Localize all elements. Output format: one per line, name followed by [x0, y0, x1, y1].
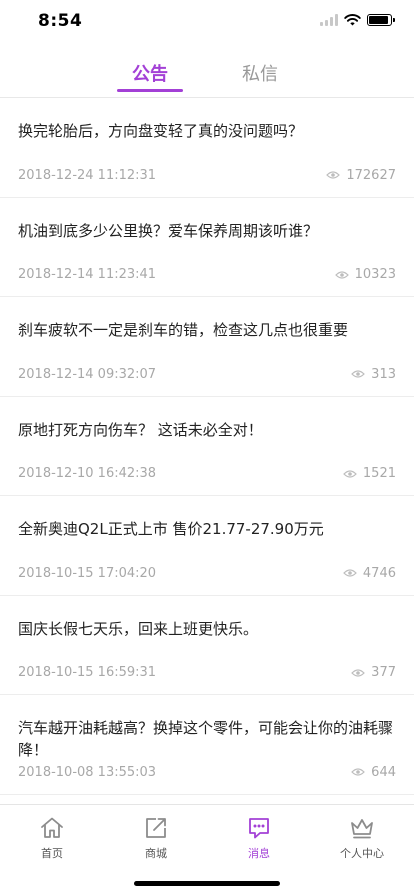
announcement-views: 4746: [343, 566, 396, 581]
active-tab-indicator: [117, 89, 183, 92]
view-count: 10323: [354, 267, 396, 282]
tabbar-mall[interactable]: 商城: [104, 815, 208, 861]
announcement-date: 2018-10-15 16:59:31: [18, 665, 157, 680]
announcement-date: 2018-12-24 11:12:31: [18, 167, 157, 183]
segment-tabs: 公告 私信: [0, 52, 414, 98]
announcement-title: 国庆长假七天乐，回来上班更快乐。: [18, 619, 259, 638]
announcement-date: 2018-10-15 17:04:20: [18, 565, 157, 581]
tabbar-profile[interactable]: 个人中心: [310, 815, 414, 861]
announcement-date: 2018-12-10 16:42:38: [18, 466, 157, 481]
announcement-views: 377: [351, 665, 396, 680]
announcement-item[interactable]: 全新奥迪Q2L正式上市 售价21.77-27.90万元 2018-10-15 17…: [0, 496, 414, 596]
announcement-title: 机油到底多少公里换？爱车保养周期该听谁？: [18, 221, 319, 240]
view-count: 1521: [362, 466, 396, 481]
announcement-title: 换完轮胎后，方向盘变轻了真的没问题吗？: [18, 122, 304, 140]
eye-icon: [351, 768, 366, 776]
tabbar-messages-label: 消息: [248, 847, 270, 860]
crown-icon: [351, 819, 373, 839]
eye-icon: [351, 370, 366, 378]
home-indicator: [134, 881, 280, 886]
announcement-item[interactable]: 国庆长假七天乐，回来上班更快乐。 2018-10-15 16:59:31 377: [0, 596, 414, 695]
announcement-item[interactable]: 刹车疲软不一定是刹车的错，检查这几点也很重要 2018-12-14 09:32:0…: [0, 297, 414, 397]
eye-icon: [326, 171, 341, 179]
battery-icon: [367, 14, 395, 26]
wifi-icon: [344, 14, 361, 26]
view-count: 172627: [346, 167, 396, 183]
announcement-item[interactable]: 换完轮胎后，方向盘变轻了真的没问题吗？ 2018-12-24 11:12:31 17…: [0, 98, 414, 198]
announcement-title: 刹车疲软不一定是刹车的错，检查这几点也很重要: [18, 321, 349, 339]
status-time: 8:54: [38, 11, 83, 31]
announcement-item[interactable]: 汽车越开油耗越高？换掉这个零件，可能会让你的油耗骤降！ 2018-10-08 13…: [0, 695, 414, 795]
eye-icon: [334, 270, 349, 279]
view-count: 4746: [362, 565, 396, 581]
home-icon: [41, 817, 63, 838]
announcement-date: 2018-12-14 09:32:07: [18, 366, 157, 382]
announcement-list: 换完轮胎后，方向盘变轻了真的没问题吗？ 2018-12-24 11:12:31 17…: [0, 98, 414, 795]
announcement-title: 汽车越开油耗越高？换掉这个零件，可能会让你的油耗骤降！: [18, 719, 394, 759]
tab-announcements[interactable]: 公告: [117, 60, 183, 86]
view-count: 644: [371, 764, 396, 780]
announcement-title: 全新奥迪Q2L正式上市 售价21.77-27.90万元: [18, 520, 324, 538]
view-count: 313: [371, 366, 396, 382]
message-icon: [249, 818, 269, 839]
eye-icon: [343, 569, 357, 577]
eye-icon: [343, 469, 357, 478]
announcement-item[interactable]: 机油到底多少公里换？爱车保养周期该听谁？ 2018-12-14 11:23:41 1…: [0, 198, 414, 297]
announcement-date: 2018-12-14 11:23:41: [18, 267, 157, 282]
view-count: 377: [371, 665, 396, 680]
status-icons: [320, 14, 395, 26]
tabbar-mall-label: 商城: [145, 847, 167, 860]
tabbar-messages[interactable]: 消息: [207, 815, 311, 861]
tabbar-profile-label: 个人中心: [340, 847, 384, 860]
announcement-views: 172627: [326, 168, 396, 183]
external-link-icon: [146, 818, 166, 838]
announcement-date: 2018-10-08 13:55:03: [18, 764, 157, 780]
eye-icon: [351, 668, 366, 677]
announcement-views: 1521: [343, 466, 396, 481]
battery-level: [369, 16, 388, 24]
tabbar-home-label: 首页: [41, 847, 63, 860]
announcement-item[interactable]: 原地打死方向伤车？ 这话未必全对！ 2018-12-10 16:42:38 1521: [0, 397, 414, 496]
announcement-title: 原地打死方向伤车？ 这话未必全对！: [18, 420, 263, 439]
announcement-views: 644: [351, 765, 396, 780]
announcement-views: 10323: [334, 267, 396, 282]
announcement-views: 313: [351, 367, 396, 382]
tab-private-messages[interactable]: 私信: [227, 60, 293, 86]
tabbar-home[interactable]: 首页: [0, 815, 104, 861]
signal-icon: [320, 14, 338, 26]
status-bar: 8:54: [0, 0, 414, 44]
